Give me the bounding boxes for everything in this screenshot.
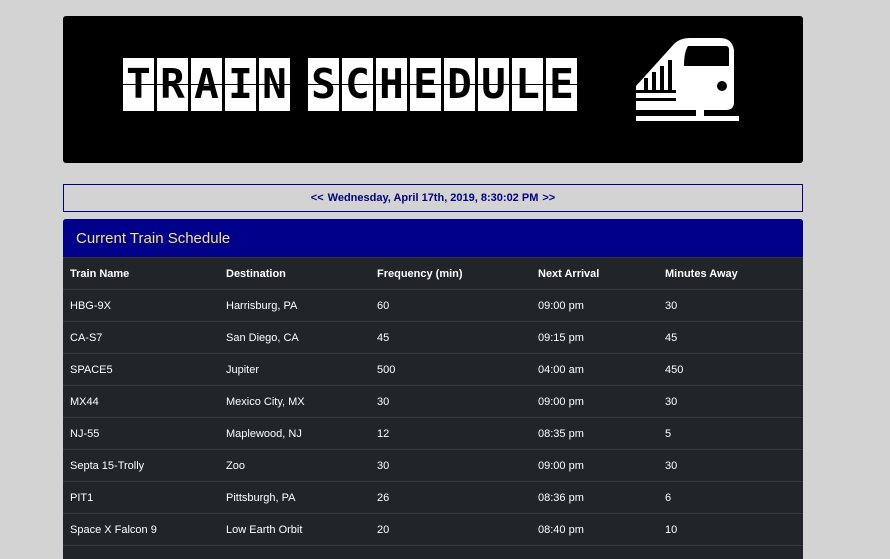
previous-button[interactable]: << [311,192,324,204]
next-button[interactable]: >> [542,192,555,204]
next-arrival-cell: 09:00 pm [531,289,658,322]
next-arrival-cell: 04:00 am [531,353,658,386]
frequency-cell: 30 [370,385,531,418]
minutes-away-cell: 6 [658,481,803,514]
minutes-away-cell: 10 [658,513,803,546]
title-letter-tile: U [478,58,509,111]
minutes-away-cell: 5 [658,417,803,450]
title-letter-tile: E [410,58,441,111]
schedule-panel: Current Train Schedule Train Name Destin… [63,219,803,559]
title-letter-tile: E [546,58,577,111]
title-letter-tile: T [123,58,154,111]
banner-title: TRAIN SCHEDULE [123,58,577,111]
next-arrival-cell: 09:00 pm [531,449,658,482]
title-letter-tile: N [259,58,290,111]
current-date-time: Wednesday, April 17th, 2019, 8:30:02 PM [327,192,539,204]
title-letter-tile: I [225,58,256,111]
table-row: Space X Falcon 9 Low Earth Orbit 20 08:40 p… [63,513,803,546]
train-name-cell: CA-S7 [63,321,219,354]
frequency-cell: 26 [370,481,531,514]
train-name-cell: Space X Falcon 9 [63,513,219,546]
destination-cell: Jupiter [219,353,370,386]
title-letter-tile: S [308,58,339,111]
schedule-heading: Current Train Schedule [63,219,803,258]
frequency-cell: 500 [370,353,531,386]
destination-cell: Mexico City, MX [219,385,370,418]
next-arrival-cell: 09:00 pm [531,385,658,418]
table-row: MX44 Mexico City, MX 30 09:00 pm 30 [63,385,803,418]
title-letter-tile: C [342,58,373,111]
next-arrival-cell: 08:40 pm [531,513,658,546]
title-letter-tile: L [512,58,543,111]
title-spacer [293,58,305,111]
table-row: CA-S7 San Diego, CA 45 09:15 pm 45 [63,321,803,354]
train-name-cell: HBG-9X [63,289,219,322]
frequency-cell: 12 [370,417,531,450]
table-row: SPACE5 Jupiter 500 04:00 am 450 [63,353,803,386]
column-header-destination: Destination [219,258,370,290]
frequency-cell: 20 [370,513,531,546]
train-name-cell: NJ-55 [63,417,219,450]
destination-cell: Maplewood, NJ [219,417,370,450]
destination-cell: Low Earth Orbit [219,513,370,546]
table-row: NJ-55 Maplewood, NJ 12 08:35 pm 5 [63,417,803,450]
destination-cell: Pittsburgh, PA [219,481,370,514]
minutes-away-cell: 30 [658,449,803,482]
frequency-cell: 45 [370,321,531,354]
title-letter-tile: R [157,58,188,111]
column-header-next-arrival: Next Arrival [531,258,658,290]
next-arrival-cell: 08:35 pm [531,417,658,450]
destination-cell: Harrisburg, PA [219,289,370,322]
table-row: HBG-9X Harrisburg, PA 60 09:00 pm 30 [63,289,803,322]
train-name-cell: SPACE5 [63,353,219,386]
minutes-away-cell: 30 [658,385,803,418]
schedule-table: Train Name Destination Frequency (min) N… [63,258,803,546]
frequency-cell: 60 [370,289,531,322]
title-letter-tile: D [444,58,475,111]
header-banner: TRAIN SCHEDULE [63,16,803,163]
frequency-cell: 30 [370,449,531,482]
train-name-cell: MX44 [63,385,219,418]
minutes-away-cell: 450 [658,353,803,386]
destination-cell: Zoo [219,449,370,482]
title-letter-tile: H [376,58,407,111]
next-arrival-cell: 09:15 pm [531,321,658,354]
title-letter-tile: A [191,58,222,111]
date-time-bar: << Wednesday, April 17th, 2019, 8:30:02 … [63,184,803,212]
table-row: PIT1 Pittsburgh, PA 26 08:36 pm 6 [63,481,803,514]
column-header-frequency: Frequency (min) [370,258,531,290]
train-name-cell: PIT1 [63,481,219,514]
minutes-away-cell: 45 [658,321,803,354]
column-header-train-name: Train Name [63,258,219,290]
minutes-away-cell: 30 [658,289,803,322]
destination-cell: San Diego, CA [219,321,370,354]
next-arrival-cell: 08:36 pm [531,481,658,514]
column-header-minutes-away: Minutes Away [658,258,803,290]
train-icon [636,38,739,121]
table-header-row: Train Name Destination Frequency (min) N… [63,258,803,290]
table-row: Septa 15-Trolly Zoo 30 09:00 pm 30 [63,449,803,482]
train-name-cell: Septa 15-Trolly [63,449,219,482]
